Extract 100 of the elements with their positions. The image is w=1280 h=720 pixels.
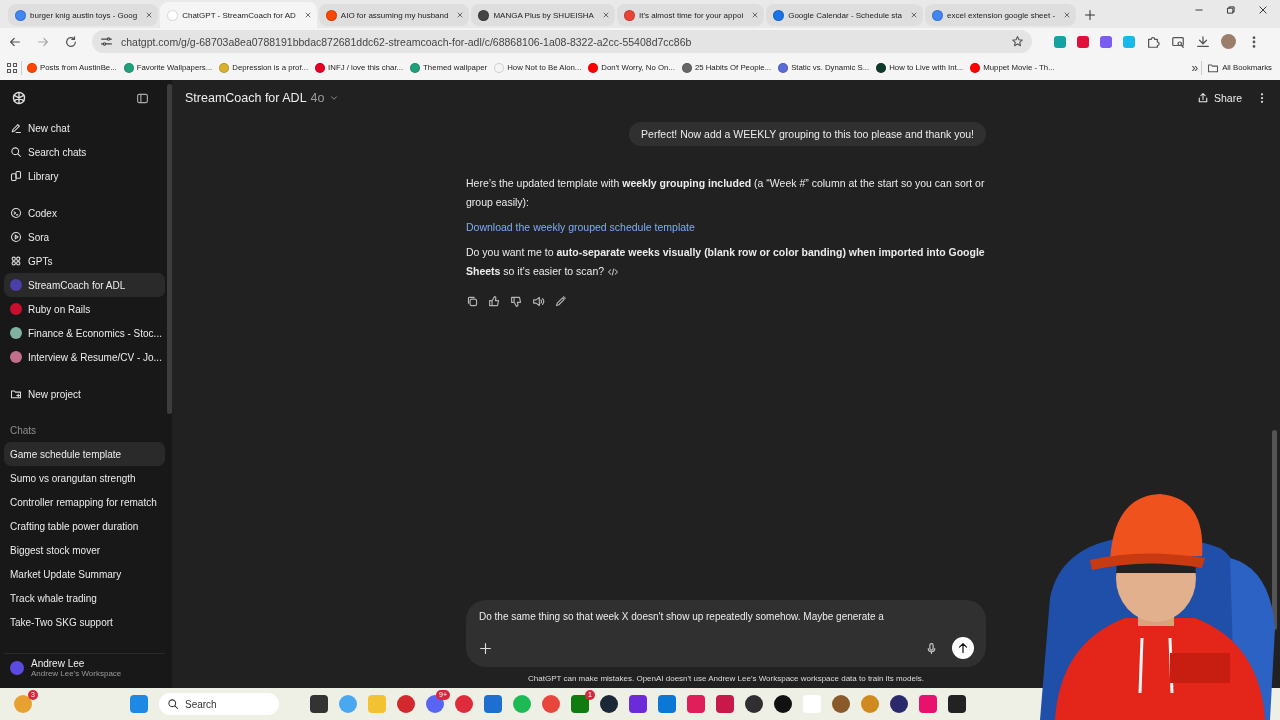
apps-grid-icon[interactable] xyxy=(6,61,18,74)
tab-title: excel extension google sheet - xyxy=(947,10,1056,20)
search-icon xyxy=(10,146,22,158)
terminal-icon xyxy=(10,207,22,219)
message-paragraph: Here’s the updated template with weekly grouping included (a “Week #” column at the start so you can sort or group easily): xyxy=(466,176,986,210)
sidebar-item[interactable]: Take-Two SKG support xyxy=(4,610,165,634)
sidebar-item[interactable]: Ruby on Rails xyxy=(4,297,165,321)
more-bookmarks-button[interactable]: » xyxy=(1191,60,1199,75)
sidebar-item[interactable]: New chat xyxy=(4,116,165,140)
scrollbar[interactable] xyxy=(1272,430,1277,630)
extension-icon[interactable] xyxy=(1100,35,1112,48)
sidebar-item[interactable]: Search chats xyxy=(4,140,165,164)
sidebar-item[interactable]: Sumo vs orangutan strength xyxy=(4,466,165,490)
site-icon xyxy=(970,62,981,73)
site-icon xyxy=(778,62,789,73)
site-settings-icon[interactable] xyxy=(100,35,113,48)
close-icon[interactable] xyxy=(751,11,760,19)
thumbs-down-icon[interactable] xyxy=(510,295,523,308)
star-icon[interactable] xyxy=(1011,35,1024,48)
sidebar-item[interactable]: Library xyxy=(4,164,165,188)
sidebar-item[interactable]: StreamCoach for ADL xyxy=(4,273,165,297)
taskbar-icon[interactable] xyxy=(600,695,618,713)
sidebar-item[interactable]: New project xyxy=(4,382,165,406)
download-icon[interactable] xyxy=(1196,34,1210,49)
sidebar-item[interactable]: Biggest stock mover xyxy=(4,538,165,562)
code-icon[interactable] xyxy=(607,266,620,279)
share-button[interactable]: Share xyxy=(1196,92,1242,104)
puzzle-icon[interactable] xyxy=(1146,34,1160,49)
browser-tab[interactable]: excel extension google sheet - xyxy=(925,4,1077,26)
site-icon xyxy=(325,9,337,21)
site-icon xyxy=(494,62,505,73)
taskbar-icon[interactable] xyxy=(310,695,328,713)
speaker-icon[interactable] xyxy=(532,295,545,308)
site-icon xyxy=(932,9,944,21)
close-icon[interactable] xyxy=(456,11,465,19)
close-icon[interactable] xyxy=(910,11,919,19)
browser-tab[interactable]: Google Calendar - Schedule sta xyxy=(766,4,924,26)
sidebar-item[interactable]: Game schedule template xyxy=(4,442,165,466)
tab-title: Google Calendar - Schedule sta xyxy=(788,10,903,20)
close-icon[interactable] xyxy=(1258,5,1268,15)
pencil-icon[interactable] xyxy=(554,295,567,308)
logo-icon[interactable] xyxy=(11,90,27,106)
extension-icon[interactable] xyxy=(1054,35,1066,48)
tab-title: ChatGPT - StreamCoach for AD xyxy=(182,10,296,20)
search-field[interactable]: Search xyxy=(159,693,279,715)
extension-icon[interactable] xyxy=(1077,35,1089,48)
browser-tab[interactable]: AIO for assuming my husband xyxy=(318,4,470,26)
profile-avatar[interactable] xyxy=(1221,34,1236,49)
scrollbar[interactable] xyxy=(167,84,172,414)
tab-title: burger knig austin toys - Goog xyxy=(30,10,138,20)
taskbar-icon[interactable] xyxy=(948,695,966,713)
browser-tab[interactable]: MANGA Plus by SHUEISHA xyxy=(471,4,615,26)
sidebar-item[interactable]: GPTs xyxy=(4,249,165,273)
search-tabs-icon[interactable] xyxy=(1171,34,1185,49)
close-icon[interactable] xyxy=(601,11,610,19)
model-selector[interactable]: StreamCoach for ADL 4o xyxy=(185,91,339,105)
reload-icon[interactable] xyxy=(64,34,78,49)
sidebar-item[interactable]: Controller remapping for rematch xyxy=(4,490,165,514)
restore-icon[interactable] xyxy=(1226,5,1236,15)
sidebar-item[interactable]: Market Update Summary xyxy=(4,562,165,586)
sidebar-item[interactable]: Interview & Resume/CV - Jo... xyxy=(4,345,165,369)
browser-tab[interactable]: burger knig austin toys - Goog xyxy=(8,4,159,26)
site-icon xyxy=(219,62,230,73)
sidebar-item[interactable]: Crafting table power duration xyxy=(4,514,165,538)
share-icon xyxy=(1196,92,1209,104)
message-paragraph: Do you want me to auto-separate weeks visually (blank row or color banding) when imported into Google Sheets so it’s easier to scan? xyxy=(466,245,986,281)
sidebar-toggle-icon[interactable] xyxy=(136,91,149,105)
folder-plus-icon xyxy=(10,388,22,400)
taskbar-icon[interactable] xyxy=(890,695,908,713)
site-icon xyxy=(588,62,599,73)
copy-icon[interactable] xyxy=(466,295,479,308)
folder-icon xyxy=(1207,61,1220,74)
sidebar-item[interactable]: Sora xyxy=(4,225,165,249)
taskbar-icon[interactable] xyxy=(745,695,763,713)
plus-icon[interactable] xyxy=(1084,9,1097,21)
close-icon[interactable] xyxy=(1063,11,1072,19)
download-link[interactable]: Download the weekly grouped schedule template xyxy=(466,221,695,233)
site-icon xyxy=(167,9,179,21)
taskbar-icon[interactable] xyxy=(774,695,792,713)
site-icon xyxy=(27,62,37,73)
thumbs-up-icon[interactable] xyxy=(488,295,501,308)
arrow-up-icon[interactable] xyxy=(952,637,974,659)
browser-tab[interactable]: It's almost time for your appoi xyxy=(616,4,765,26)
browser-tab[interactable]: ChatGPT - StreamCoach for AD xyxy=(160,2,317,28)
caret-icon xyxy=(328,93,339,103)
search-icon xyxy=(167,698,179,710)
site-icon xyxy=(623,9,635,21)
site-icon xyxy=(478,9,490,21)
close-icon[interactable] xyxy=(145,11,154,19)
address-bar[interactable]: chatgpt.com/g/g-68703a8ea0788191bbdac872681ddc62-streamcoach-for-adl/c/68868106-1a08-8322-a2cc-55408d7cc86b xyxy=(92,30,1032,53)
sidebar-item[interactable]: Track whale trading xyxy=(4,586,165,610)
message-field[interactable]: Do the same thing so that week X doesn't show up repeatedly somehow. Maybe generate a xyxy=(479,611,974,637)
play-icon xyxy=(10,231,22,243)
close-icon[interactable] xyxy=(303,11,312,19)
sidebar-item[interactable]: Codex xyxy=(4,201,165,225)
microphone-icon[interactable] xyxy=(925,641,938,655)
tab-title: MANGA Plus by SHUEISHA xyxy=(493,10,594,20)
grid-icon xyxy=(10,255,22,267)
pencil-icon xyxy=(10,122,22,134)
sidebar-item[interactable]: Finance & Economics - Stoc... xyxy=(4,321,165,345)
